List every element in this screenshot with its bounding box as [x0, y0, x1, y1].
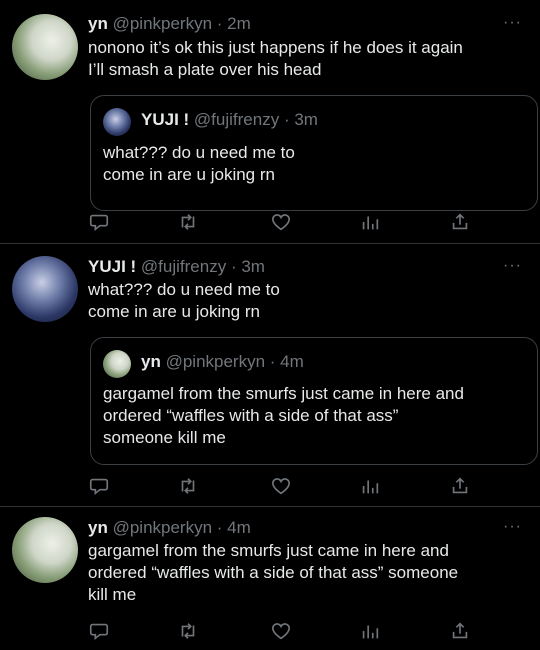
- tweet-text: what??? do u need me to come in are u jo…: [88, 279, 518, 323]
- tweet-text-line: what??? do u need me to: [88, 280, 280, 299]
- quoted-tweet-header: yn @pinkperkyn · 4m: [141, 352, 304, 372]
- retweet-button[interactable]: [177, 620, 199, 642]
- share-icon: [452, 477, 468, 494]
- tweet[interactable]: YUJI ! @fujifrenzy · 3m ··· what??? do u…: [0, 244, 540, 506]
- tweet-header: yn @pinkperkyn · 4m: [88, 518, 251, 538]
- retweet-button[interactable]: [177, 475, 199, 497]
- reply-button[interactable]: [88, 211, 110, 233]
- display-name[interactable]: yn: [88, 518, 108, 537]
- tweet-text-line: ordered “waffles with a side of that ass…: [88, 563, 459, 582]
- avatar[interactable]: [12, 256, 78, 322]
- quoted-timestamp: · 4m: [269, 352, 304, 371]
- analytics-button[interactable]: [359, 620, 381, 642]
- tweet-header: YUJI ! @fujifrenzy · 3m: [88, 257, 265, 277]
- retweet-icon: [181, 478, 195, 494]
- share-icon: [452, 622, 468, 639]
- tweet-text-line: nonono it’s ok this just happens if he d…: [88, 38, 463, 57]
- reply-button[interactable]: [88, 620, 110, 642]
- tweet-text: gargamel from the smurfs just came in he…: [88, 540, 518, 606]
- like-button[interactable]: [270, 211, 292, 233]
- tweet-header: yn @pinkperkyn · 2m: [88, 14, 251, 34]
- analytics-icon: [362, 216, 379, 230]
- avatar[interactable]: [12, 14, 78, 80]
- like-button[interactable]: [270, 475, 292, 497]
- heart-icon: [271, 214, 291, 231]
- user-handle[interactable]: @pinkperkyn: [113, 14, 212, 33]
- more-options-icon[interactable]: ···: [503, 257, 522, 275]
- avatar[interactable]: [12, 517, 78, 583]
- retweet-button[interactable]: [177, 211, 199, 233]
- user-handle[interactable]: @fujifrenzy: [141, 257, 226, 276]
- analytics-button[interactable]: [359, 475, 381, 497]
- action-bar: [88, 620, 468, 642]
- quoted-timestamp: · 3m: [283, 110, 318, 129]
- timestamp[interactable]: · 3m: [231, 257, 265, 276]
- quoted-tweet-header: YUJI ! @fujifrenzy · 3m: [141, 110, 318, 130]
- reply-icon: [89, 623, 109, 641]
- quoted-avatar: [103, 350, 131, 378]
- quoted-text-line: what??? do u need me to: [103, 143, 295, 162]
- user-handle[interactable]: @pinkperkyn: [113, 518, 212, 537]
- tweet-text: nonono it’s ok this just happens if he d…: [88, 37, 518, 81]
- reply-icon: [89, 214, 109, 232]
- quoted-user-handle: @fujifrenzy: [193, 110, 280, 129]
- quoted-text-line: come in are u joking rn: [103, 165, 275, 184]
- timestamp[interactable]: · 2m: [217, 14, 251, 33]
- retweet-icon: [181, 623, 195, 639]
- quoted-avatar: [103, 108, 131, 136]
- action-bar: [88, 475, 468, 497]
- quoted-tweet[interactable]: yn @pinkperkyn · 4m gargamel from the sm…: [90, 337, 538, 465]
- share-button[interactable]: [449, 475, 471, 497]
- tweet-text-line: I’ll smash a plate over his head: [88, 60, 322, 79]
- tweet-text-line: come in are u joking rn: [88, 302, 260, 321]
- analytics-button[interactable]: [359, 211, 381, 233]
- display-name[interactable]: yn: [88, 14, 108, 33]
- tweet-text-line: gargamel from the smurfs just came in he…: [88, 541, 449, 560]
- quoted-tweet-text: what??? do u need me to come in are u jo…: [103, 142, 513, 186]
- display-name[interactable]: YUJI !: [88, 257, 136, 276]
- timestamp[interactable]: · 4m: [217, 518, 251, 537]
- reply-button[interactable]: [88, 475, 110, 497]
- more-options-icon[interactable]: ···: [503, 14, 522, 32]
- more-options-icon[interactable]: ···: [503, 518, 522, 536]
- quoted-tweet[interactable]: YUJI ! @fujifrenzy · 3m what??? do u nee…: [90, 95, 538, 211]
- share-button[interactable]: [449, 620, 471, 642]
- like-button[interactable]: [270, 620, 292, 642]
- quoted-text-line: ordered “waffles with a side of that ass…: [103, 406, 399, 425]
- quoted-text-line: someone kill me: [103, 428, 226, 447]
- tweet-text-line: kill me: [88, 585, 137, 604]
- quoted-text-line: gargamel from the smurfs just came in he…: [103, 384, 464, 403]
- action-bar: [88, 211, 468, 233]
- quoted-display-name: YUJI !: [141, 110, 190, 129]
- heart-icon: [271, 623, 291, 640]
- analytics-icon: [362, 480, 379, 494]
- heart-icon: [271, 478, 291, 495]
- quoted-display-name: yn: [141, 352, 161, 371]
- quoted-user-handle: @pinkperkyn: [165, 352, 266, 371]
- tweet[interactable]: yn @pinkperkyn · 2m ··· nonono it’s ok t…: [0, 0, 540, 243]
- analytics-icon: [362, 625, 379, 639]
- quoted-tweet-text: gargamel from the smurfs just came in he…: [103, 383, 513, 449]
- share-button[interactable]: [449, 211, 471, 233]
- retweet-icon: [181, 214, 195, 230]
- reply-icon: [89, 478, 109, 496]
- tweet[interactable]: yn @pinkperkyn · 4m ··· gargamel from th…: [0, 507, 540, 650]
- share-icon: [452, 213, 468, 230]
